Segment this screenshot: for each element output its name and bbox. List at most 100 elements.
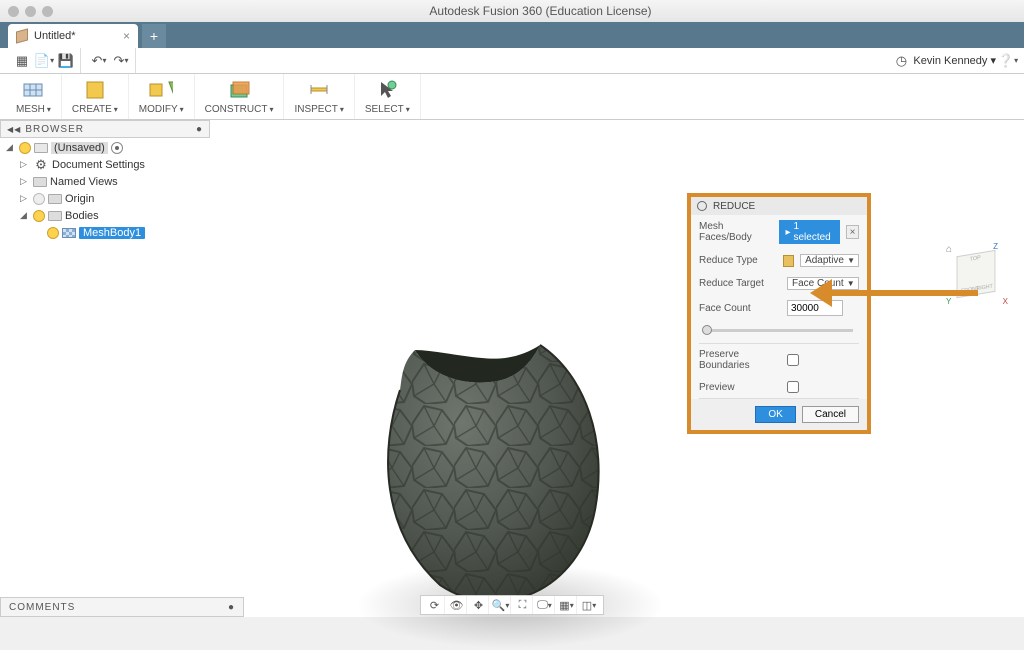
window-title: Autodesk Fusion 360 (Education License) <box>65 4 1016 18</box>
named-views-label: Named Views <box>50 176 118 188</box>
modify-menu[interactable]: MODIFY▾ <box>129 74 195 119</box>
job-status-icon[interactable]: ◷ <box>893 53 909 69</box>
tree-meshbody[interactable]: MeshBody1 <box>2 224 208 241</box>
doc-settings-label: Document Settings <box>52 159 145 171</box>
adaptive-icon <box>783 255 794 267</box>
user-name: Kevin Kennedy <box>913 55 987 67</box>
select-label: SELECT <box>365 104 404 115</box>
component-icon <box>34 143 48 153</box>
comments-panel-header[interactable]: COMMENTS ● <box>0 597 244 617</box>
dialog-settings-icon[interactable] <box>697 201 707 211</box>
reduce-type-label: Reduce Type <box>699 255 777 266</box>
pan-icon[interactable]: ✥ <box>469 596 489 614</box>
folder-icon <box>33 177 47 187</box>
folder-icon <box>48 194 62 204</box>
pin-icon[interactable]: ● <box>196 124 203 135</box>
radio-icon[interactable] <box>111 142 123 154</box>
fit-icon[interactable]: ⛶ <box>513 596 533 614</box>
root-label: (Unsaved) <box>51 142 108 154</box>
document-tab-bar: Untitled* × + <box>0 22 1024 48</box>
face-count-slider[interactable] <box>699 323 859 337</box>
close-window-icon[interactable] <box>8 6 19 17</box>
zoom-icon[interactable]: 🔍▾ <box>491 596 511 614</box>
gear-icon: ⚙ <box>33 157 49 173</box>
browser-panel-header[interactable]: ◀◀ BROWSER ● <box>0 120 210 138</box>
pin-icon[interactable]: ● <box>228 602 235 613</box>
display-settings-icon[interactable]: 🖵▾ <box>535 596 555 614</box>
document-icon <box>16 28 28 43</box>
mesh-body-icon <box>62 228 76 238</box>
browser-title: BROWSER <box>25 124 84 135</box>
select-menu[interactable]: SELECT▾ <box>355 74 421 119</box>
annotation-arrow <box>810 278 970 308</box>
quick-access-toolbar: ▦ 📄▾ 💾 ↶▾ ↷▾ ◷ Kevin Kennedy ▾ ❔▾ <box>0 48 1024 74</box>
home-view-icon[interactable]: ⌂ <box>946 244 952 255</box>
modify-label: MODIFY <box>139 104 178 115</box>
save-icon[interactable]: 💾 <box>58 53 74 69</box>
reduce-type-dropdown[interactable]: Adaptive ▼ <box>800 254 859 267</box>
tree-origin[interactable]: ▷ Origin <box>2 190 208 207</box>
mesh-model[interactable] <box>370 320 610 610</box>
tree-doc-settings[interactable]: ▷⚙ Document Settings <box>2 156 208 173</box>
orbit-icon[interactable]: ⟳ <box>425 596 445 614</box>
tree-named-views[interactable]: ▷ Named Views <box>2 173 208 190</box>
create-icon <box>83 78 107 102</box>
document-tab[interactable]: Untitled* × <box>8 24 138 48</box>
selection-count: 1 selected <box>793 221 834 243</box>
inspect-menu[interactable]: INSPECT▾ <box>284 74 354 119</box>
help-icon[interactable]: ❔▾ <box>1000 53 1016 69</box>
user-menu[interactable]: Kevin Kennedy ▾ <box>913 54 996 67</box>
inspect-label: INSPECT <box>294 104 337 115</box>
mesh-faces-label: Mesh Faces/Body <box>699 221 773 243</box>
clear-selection-icon[interactable]: × <box>846 225 859 239</box>
data-panel-icon[interactable]: ▦ <box>14 53 30 69</box>
undo-icon[interactable]: ↶▾ <box>91 53 107 69</box>
axis-z-label: Z <box>993 242 998 251</box>
meshbody-label: MeshBody1 <box>79 227 145 239</box>
preview-checkbox[interactable] <box>787 381 799 393</box>
reduce-type-value: Adaptive <box>805 255 844 266</box>
browser-tree: ◢ (Unsaved) ▷⚙ Document Settings ▷ Named… <box>2 139 208 241</box>
workspace-switcher[interactable]: MESH▾ <box>6 74 62 119</box>
preserve-boundaries-checkbox[interactable] <box>787 354 799 366</box>
mesh-workspace-icon <box>21 78 45 102</box>
visibility-bulb-icon[interactable] <box>19 142 31 154</box>
viewport-layout-icon[interactable]: ◫▾ <box>579 596 599 614</box>
grid-settings-icon[interactable]: ▦▾ <box>557 596 577 614</box>
document-tab-title: Untitled* <box>34 30 76 42</box>
reduce-dialog: REDUCE Mesh Faces/Body ▸ 1 selected × Re… <box>687 193 871 434</box>
look-at-icon[interactable]: 👁 <box>447 596 467 614</box>
dialog-header[interactable]: REDUCE <box>691 197 867 215</box>
tree-bodies[interactable]: ◢ Bodies <box>2 207 208 224</box>
face-count-label: Face Count <box>699 303 781 314</box>
file-menu-icon[interactable]: 📄▾ <box>36 53 52 69</box>
construct-menu[interactable]: CONSTRUCT▾ <box>195 74 285 119</box>
axis-x-label: X <box>1003 297 1008 306</box>
visibility-bulb-off-icon[interactable] <box>33 193 45 205</box>
bodies-label: Bodies <box>65 210 99 222</box>
minimize-window-icon[interactable] <box>25 6 36 17</box>
workspace-label: MESH <box>16 104 45 115</box>
preserve-boundaries-label: Preserve Boundaries <box>699 349 781 371</box>
tree-root[interactable]: ◢ (Unsaved) <box>2 139 208 156</box>
close-tab-icon[interactable]: × <box>123 29 130 43</box>
select-icon <box>375 78 399 102</box>
visibility-bulb-icon[interactable] <box>33 210 45 222</box>
cancel-button[interactable]: Cancel <box>802 406 859 423</box>
mac-titlebar: Autodesk Fusion 360 (Education License) <box>0 0 1024 22</box>
selection-chip[interactable]: ▸ 1 selected <box>779 220 840 244</box>
construct-label: CONSTRUCT <box>205 104 268 115</box>
origin-label: Origin <box>65 193 94 205</box>
visibility-bulb-icon[interactable] <box>47 227 59 239</box>
new-tab-button[interactable]: + <box>142 24 166 48</box>
modify-icon <box>149 78 173 102</box>
create-menu[interactable]: CREATE▾ <box>62 74 129 119</box>
construct-icon <box>227 78 251 102</box>
inspect-icon <box>307 78 331 102</box>
navigation-bar: ⟳ 👁 ✥ 🔍▾ ⛶ 🖵▾ ▦▾ ◫▾ <box>420 595 604 615</box>
dialog-title: REDUCE <box>713 201 755 212</box>
redo-icon[interactable]: ↷▾ <box>113 53 129 69</box>
viewcube-top-label: TOP <box>970 255 981 262</box>
maximize-window-icon[interactable] <box>42 6 53 17</box>
ok-button[interactable]: OK <box>755 406 795 423</box>
